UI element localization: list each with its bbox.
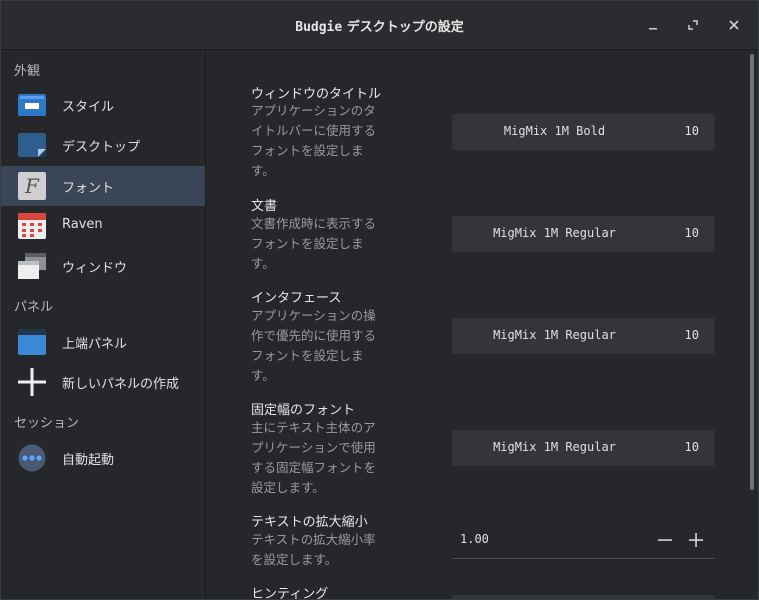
- document-font-button[interactable]: MigMix 1M Regular 10: [452, 216, 715, 252]
- window-title-app: Budgie: [295, 20, 343, 35]
- add-icon: [18, 368, 46, 396]
- setting-title-text-scaling: テキストの拡大縮小: [251, 515, 368, 530]
- sidebar-item-font[interactable]: F フォント: [1, 166, 205, 206]
- desc-line: テキストの拡大縮小率: [251, 532, 376, 547]
- setting-desc-window-title: アプリケーションのタ イトルバーに使用する フォントを設定しま す。: [251, 101, 391, 181]
- section-header-session: セッション: [14, 416, 80, 431]
- decrease-button[interactable]: [653, 528, 677, 552]
- minus-icon: [658, 539, 672, 541]
- desc-line: を設定します。: [251, 552, 338, 567]
- sidebar-item-label: デスクトップ: [62, 140, 141, 155]
- font-size: 10: [684, 124, 699, 138]
- setting-title-interface: インタフェース: [251, 291, 342, 306]
- style-icon: [18, 94, 46, 116]
- close-icon: [729, 20, 739, 30]
- setting-title-window-title: ウィンドウのタイトル: [251, 87, 382, 102]
- desc-line: プリケーションで使用: [251, 440, 376, 455]
- settings-window: Budgie デスクトップの設定 外観 スタイル デスクトップ F フォント R…: [0, 0, 759, 600]
- sidebar-item-label: ウィンドウ: [62, 261, 128, 276]
- hinting-dropdown[interactable]: [452, 595, 715, 599]
- section-header-panel: パネル: [14, 300, 54, 315]
- sidebar-item-raven[interactable]: Raven: [1, 206, 205, 246]
- desc-line: する固定幅フォントを: [251, 460, 377, 475]
- autostart-icon: [18, 444, 46, 472]
- desc-line: アプリケーションのタ: [251, 103, 376, 118]
- panel-icon: [18, 329, 46, 355]
- desc-line: 設定します。: [251, 480, 325, 495]
- font-icon: F: [18, 172, 46, 200]
- interface-font-button[interactable]: MigMix 1M Regular 10: [452, 318, 715, 354]
- window-title-text: デスクトップの設定: [342, 20, 464, 35]
- content-scrollbar[interactable]: [750, 54, 754, 490]
- desc-line: 文書作成時に表示する: [251, 216, 377, 231]
- sidebar-item-window[interactable]: ウィンドウ: [1, 246, 205, 286]
- setting-title-monospace: 固定幅のフォント: [251, 403, 356, 418]
- desc-line: アプリケーションの操: [251, 308, 376, 323]
- maximize-icon: [688, 20, 698, 30]
- sidebar-item-label: スタイル: [62, 100, 115, 115]
- setting-desc-monospace: 主にテキスト主体のア プリケーションで使用 する固定幅フォントを 設定します。: [251, 418, 391, 498]
- desc-line: フォントを設定しま: [251, 348, 364, 363]
- titlebar[interactable]: Budgie デスクトップの設定: [1, 1, 758, 50]
- desc-line: す。: [251, 368, 275, 383]
- sidebar-item-label: 自動起動: [62, 453, 115, 468]
- font-size: 10: [684, 328, 699, 342]
- font-name: MigMix 1M Bold: [503, 124, 606, 138]
- plus-icon: [689, 533, 703, 547]
- setting-desc-document: 文書作成時に表示する フォントを設定しま す。: [251, 214, 391, 274]
- window-title-font-button[interactable]: MigMix 1M Bold 10: [452, 114, 715, 150]
- sidebar-item-label: 上端パネル: [62, 337, 128, 352]
- maximize-button[interactable]: [681, 13, 705, 37]
- calendar-icon: [18, 213, 46, 239]
- desc-line: す。: [251, 163, 275, 178]
- increase-button[interactable]: [684, 528, 708, 552]
- sidebar-item-new-panel[interactable]: 新しいパネルの作成: [1, 362, 205, 402]
- sidebar-item-top-panel[interactable]: 上端パネル: [1, 322, 205, 362]
- setting-title-document: 文書: [251, 199, 278, 214]
- setting-desc-interface: アプリケーションの操 作で優先的に使用する フォントを設定しま す。: [251, 306, 391, 386]
- sidebar-item-style[interactable]: スタイル: [1, 85, 205, 125]
- desktop-icon: [18, 133, 46, 157]
- desc-line: フォントを設定しま: [251, 236, 364, 251]
- setting-title-hinting: ヒンティング: [251, 587, 329, 599]
- font-name: MigMix 1M Regular: [493, 328, 616, 342]
- close-button[interactable]: [722, 13, 746, 37]
- sidebar-item-label: 新しいパネルの作成: [62, 377, 180, 392]
- sidebar-item-autostart[interactable]: 自動起動: [1, 438, 205, 478]
- window-icon: [18, 253, 46, 279]
- svg-text:F: F: [24, 174, 40, 198]
- desc-line: 主にテキスト主体のア: [251, 420, 376, 435]
- setting-desc-text-scaling: テキストの拡大縮小率 を設定します。: [251, 530, 391, 570]
- font-size: 10: [684, 440, 699, 454]
- sidebar-item-label: フォント: [62, 181, 115, 196]
- desc-line: 作で優先的に使用する: [251, 328, 377, 343]
- desc-line: す。: [251, 256, 275, 271]
- monospace-font-button[interactable]: MigMix 1M Regular 10: [452, 430, 715, 466]
- font-name: MigMix 1M Regular: [493, 226, 616, 240]
- font-name: MigMix 1M Regular: [493, 440, 616, 454]
- sidebar-item-desktop[interactable]: デスクトップ: [1, 125, 205, 165]
- minimize-icon: [649, 28, 657, 30]
- settings-content: ウィンドウのタイトル アプリケーションのタ イトルバーに使用する フォントを設定…: [206, 50, 758, 599]
- text-scaling-spinbutton[interactable]: 1.00: [452, 522, 715, 559]
- section-header-appearance: 外観: [14, 64, 41, 79]
- desc-line: フォントを設定しま: [251, 143, 364, 158]
- desc-line: イトルバーに使用する: [251, 123, 377, 138]
- minimize-button[interactable]: [641, 13, 665, 37]
- sidebar: 外観 スタイル デスクトップ F フォント Raven ウィンドウ パネル 上端…: [1, 50, 206, 599]
- text-scaling-value[interactable]: 1.00: [460, 532, 489, 546]
- sidebar-item-label: Raven: [62, 217, 103, 232]
- font-size: 10: [684, 226, 699, 240]
